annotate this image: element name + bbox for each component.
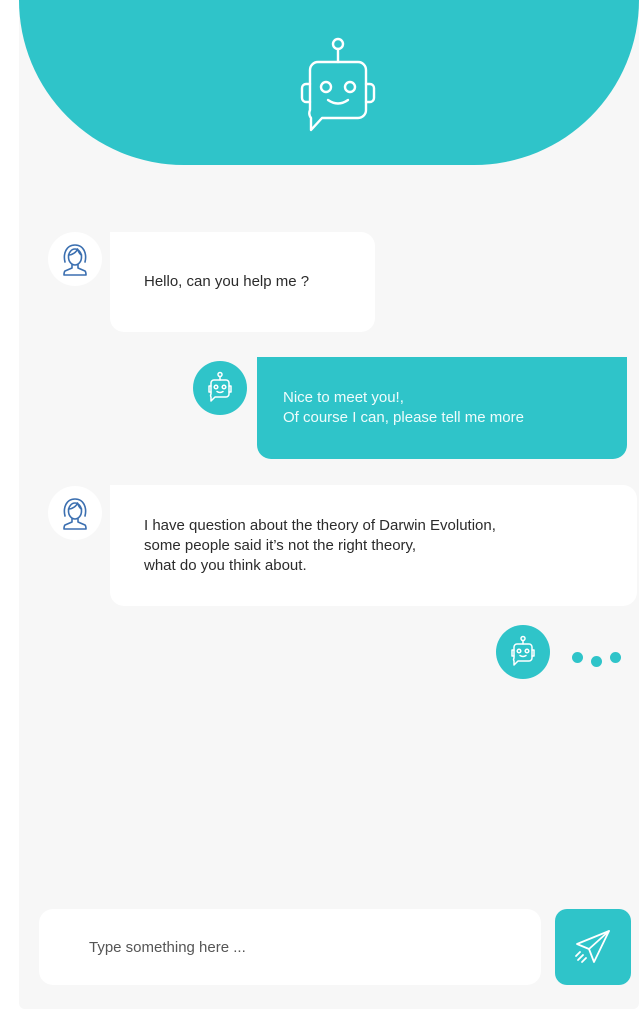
- send-button[interactable]: [555, 909, 631, 985]
- message-bubble-user: Hello, can you help me ?: [110, 232, 375, 332]
- message-input[interactable]: [89, 909, 519, 985]
- bot-avatar: [193, 361, 247, 415]
- robot-icon: [208, 371, 232, 402]
- chat-window: Hello, can you help me ? Nice to meet yo…: [19, 0, 639, 1009]
- woman-avatar-icon: [63, 498, 87, 530]
- typing-dot: [591, 656, 602, 667]
- typing-dot: [610, 652, 621, 663]
- message-composer: [39, 909, 541, 985]
- message-bubble-bot: Nice to meet you!, Of course I can, plea…: [257, 357, 627, 459]
- message-bubble-user: I have question about the theory of Darw…: [110, 485, 637, 606]
- typing-dot: [572, 652, 583, 663]
- user-avatar: [48, 486, 102, 540]
- user-avatar: [48, 232, 102, 286]
- paper-plane-icon: [575, 930, 610, 963]
- robot-chat-icon: [300, 37, 376, 132]
- woman-avatar-icon: [63, 244, 87, 276]
- message-text: I have question about the theory of Darw…: [144, 516, 496, 574]
- bot-avatar: [496, 625, 550, 679]
- typing-indicator: [572, 650, 632, 670]
- message-text: Hello, can you help me ?: [144, 273, 310, 290]
- message-text: Nice to meet you!, Of course I can, plea…: [283, 389, 524, 426]
- chat-header: [19, 0, 639, 165]
- robot-icon: [511, 635, 535, 666]
